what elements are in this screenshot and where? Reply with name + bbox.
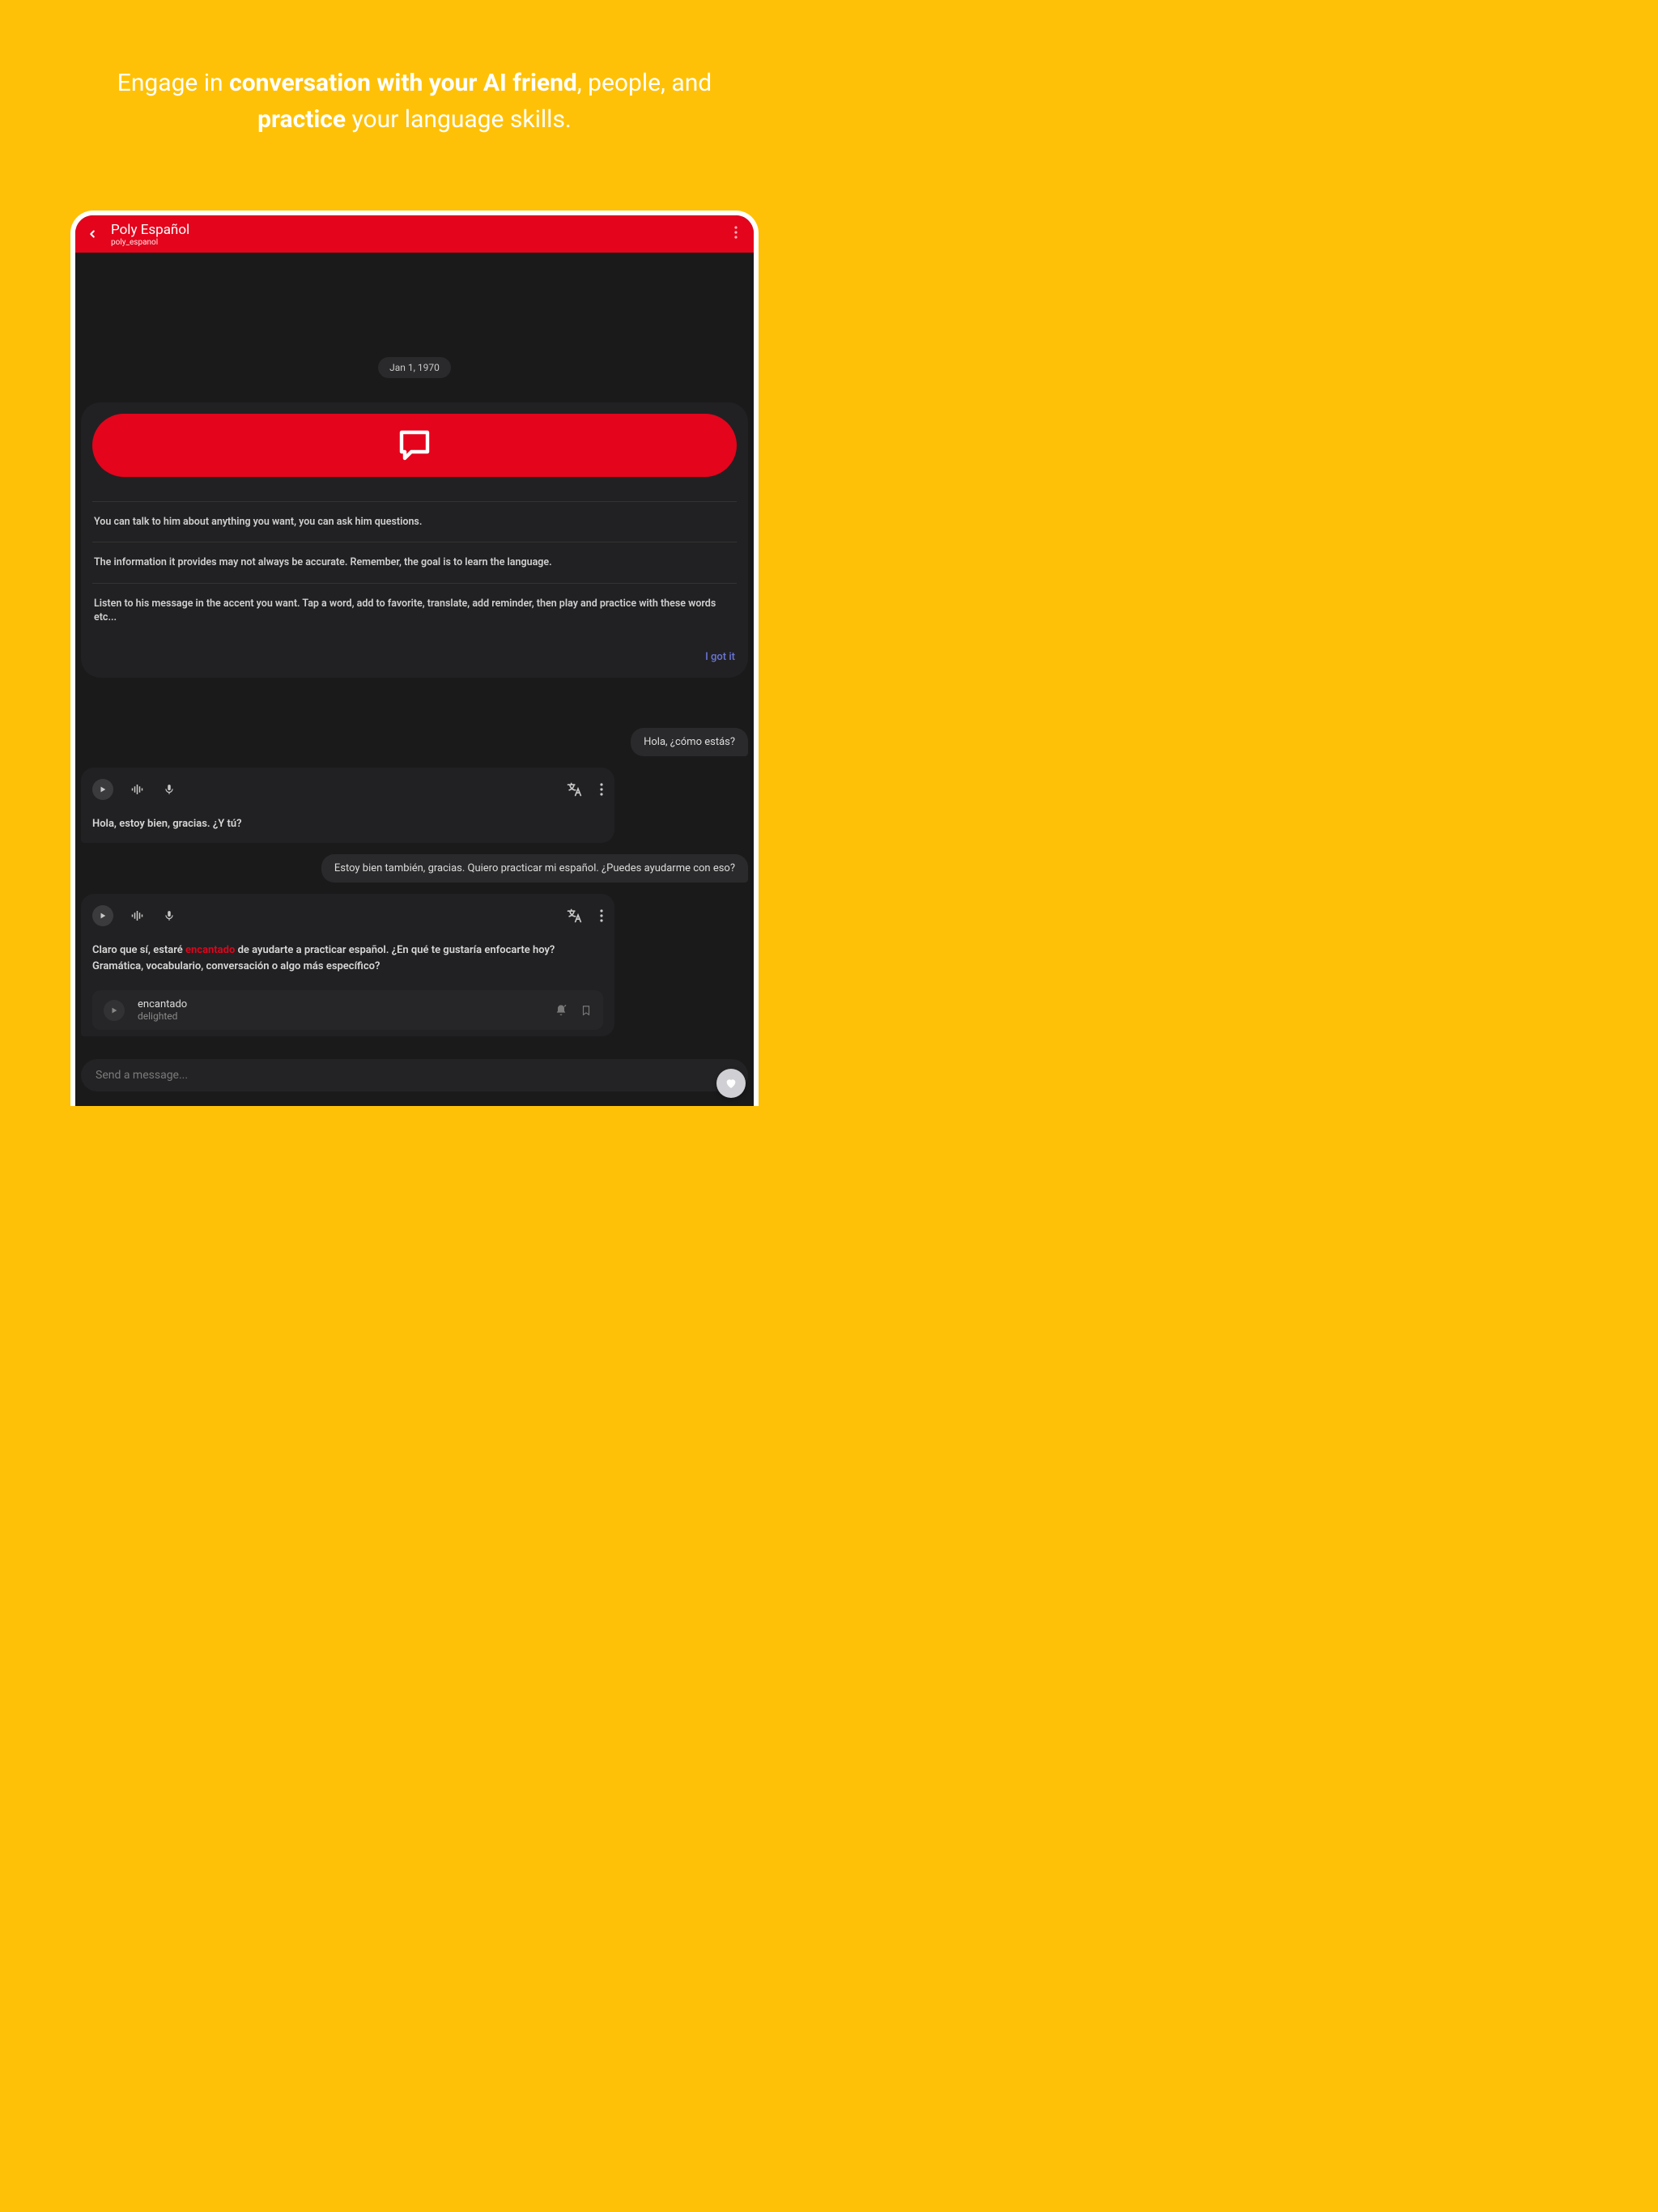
composer-placeholder: Send a message... [96,1069,188,1082]
ai-message-text[interactable]: Hola, estoy bien, gracias. ¿Y tú? [92,816,603,837]
play-audio-button[interactable] [92,779,113,800]
composer-bar: Send a message... [75,1048,754,1106]
ai-toolbar [92,779,603,800]
ai-message-block: Hola, estoy bien, gracias. ¿Y tú? [81,768,614,844]
intro-line: The information it provides may not alwa… [92,542,737,583]
intro-card: You can talk to him about anything you w… [81,402,748,678]
user-message[interactable]: Hola, ¿cómo estás? [631,728,748,756]
ai-message-block: Claro que sí, estaré encantado de ayudar… [81,894,614,1036]
heart-fab-button[interactable] [716,1069,746,1098]
device-frame: Poly Español poly_espanol Jan 1, 1970 Yo… [70,211,759,1106]
chat-bubble-icon [395,426,434,465]
intro-line: Listen to his message in the accent you … [92,583,737,638]
hero-tagline: Engage in conversation with your AI frie… [0,0,829,186]
message-input[interactable]: Send a message... [81,1059,748,1091]
chat-body[interactable]: Jan 1, 1970 You can talk to him about an… [75,253,754,1048]
ai-message-text[interactable]: Claro que sí, estaré encantado de ayudar… [92,942,603,979]
header-menu-button[interactable] [729,226,742,242]
highlighted-word[interactable]: encantado [185,944,235,956]
intro-line: You can talk to him about anything you w… [92,501,737,542]
message-row-user: Estoy bien también, gracias. Quiero prac… [81,854,748,883]
ai-toolbar [92,905,603,926]
back-button[interactable] [87,227,98,241]
heart-icon [725,1077,738,1090]
vocab-word[interactable]: encantado [138,998,542,1010]
date-separator: Jan 1, 1970 [378,357,451,378]
user-message[interactable]: Estoy bien también, gracias. Quiero prac… [321,854,748,883]
waveform-icon[interactable] [131,783,146,796]
vocab-translation: delighted [138,1010,542,1022]
translate-icon[interactable] [566,908,582,924]
mic-icon[interactable] [164,908,175,923]
bell-icon[interactable] [555,1004,568,1017]
message-menu-button[interactable] [600,909,603,922]
message-row-user: Hola, ¿cómo estás? [81,728,748,756]
message-menu-button[interactable] [600,783,603,796]
mic-icon[interactable] [164,782,175,797]
chat-header: Poly Español poly_espanol [75,215,754,253]
vocab-play-button[interactable] [104,1000,125,1021]
intro-confirm-button[interactable]: I got it [92,638,737,666]
vocab-row: encantado delighted [92,990,603,1030]
intro-banner [92,414,737,477]
bookmark-icon[interactable] [580,1004,592,1017]
translate-icon[interactable] [566,781,582,798]
chat-title: Poly Español [111,222,716,238]
play-audio-button[interactable] [92,905,113,926]
waveform-icon[interactable] [131,909,146,922]
chat-subtitle: poly_espanol [111,238,716,247]
